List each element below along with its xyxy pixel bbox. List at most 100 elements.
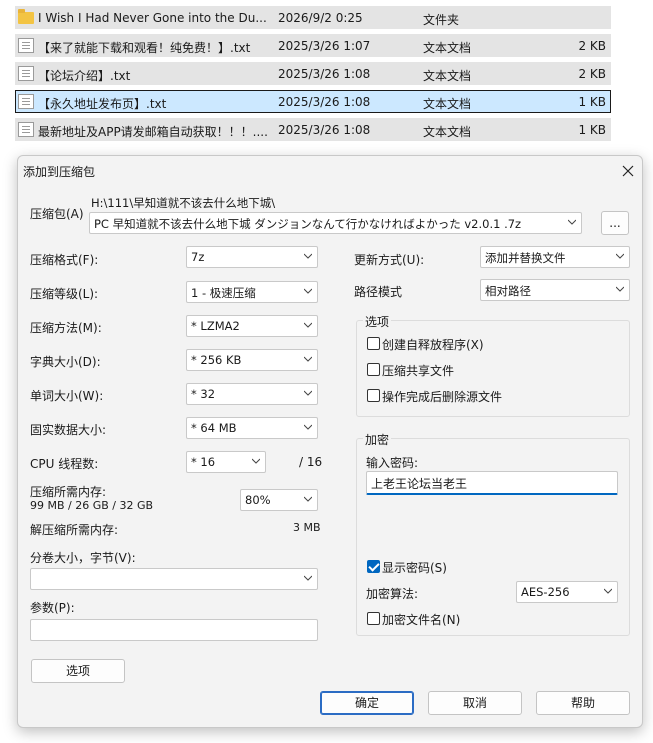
archive-name-combo[interactable]: PC 早知道就不该去什么地下城 ダンジョンなんて行かなければよかった v2.0.… — [89, 212, 582, 234]
help-button[interactable]: 帮助 — [536, 691, 630, 715]
enc-method-select[interactable]: AES-256 — [516, 581, 618, 603]
update-value: 添加并替换文件 — [485, 251, 566, 265]
chevron-down-icon — [304, 322, 312, 328]
file-size: 1 KB — [578, 123, 606, 137]
password-label: 输入密码: — [366, 456, 419, 470]
text-file-icon — [18, 38, 34, 53]
cpu-select[interactable]: * 16 — [186, 451, 266, 473]
level-select[interactable]: 1 - 极速压缩 — [186, 281, 318, 303]
cpu-label: CPU 线程数: — [30, 457, 99, 471]
file-type: 文本文档 — [423, 41, 472, 55]
show-password-label: 显示密码(S) — [382, 561, 447, 575]
pathmode-value: 相对路径 — [485, 284, 531, 298]
file-row[interactable]: I Wish I Had Never Gone into the Du... 2… — [15, 6, 611, 29]
mem-label: 压缩所需内存: — [30, 485, 107, 499]
text-file-icon — [18, 66, 34, 81]
params-label: 参数(P): — [30, 601, 75, 615]
file-date: 2025/3/26 1:08 — [278, 95, 371, 109]
chevron-down-icon — [616, 286, 624, 292]
pathmode-select[interactable]: 相对路径 — [480, 279, 630, 301]
close-icon[interactable] — [619, 162, 637, 180]
chevron-down-icon — [304, 424, 312, 430]
file-type: 文本文档 — [423, 97, 472, 111]
archive-path: H:\111\早知道就不该去什么地下城\ — [91, 196, 276, 210]
decomp-mem-label: 解压缩所需内存: — [30, 523, 119, 537]
text-file-icon — [18, 122, 34, 137]
level-value: 1 - 极速压缩 — [191, 286, 256, 300]
solid-select[interactable]: * 64 MB — [186, 417, 318, 439]
solid-value: * 64 MB — [191, 421, 237, 435]
chevron-down-icon — [304, 288, 312, 294]
file-date: 2026/9/2 0:25 — [278, 11, 363, 25]
method-select[interactable]: * LZMA2 — [186, 315, 318, 337]
method-label: 压缩方法(M): — [30, 321, 102, 335]
dict-label: 字典大小(D): — [30, 355, 101, 369]
file-date: 2025/3/26 1:08 — [278, 67, 371, 81]
folder-icon — [18, 9, 34, 24]
archive-name-value: PC 早知道就不该去什么地下城 ダンジョンなんて行かなければよかった v2.0.… — [94, 217, 522, 231]
level-label: 压缩等级(L): — [30, 287, 99, 301]
file-row[interactable]: 【来了就能下载和观看！纯免费！】.txt 2025/3/26 1:07 文本文档… — [15, 34, 611, 57]
split-select[interactable] — [30, 568, 318, 590]
encrypt-group-title: 加密 — [363, 431, 392, 448]
file-size: 2 KB — [578, 67, 606, 81]
solid-label: 固实数据大小: — [30, 423, 107, 437]
format-label: 压缩格式(F): — [30, 253, 99, 267]
file-size: 2 KB — [578, 39, 606, 53]
file-name: I Wish I Had Never Gone into the Du... — [38, 11, 267, 25]
text-file-icon — [18, 94, 34, 109]
enc-method-value: AES-256 — [521, 585, 570, 599]
file-name: 【永久地址发布页】.txt — [38, 97, 167, 111]
params-input[interactable] — [30, 619, 318, 641]
dict-select[interactable]: * 256 KB — [186, 349, 318, 371]
shared-label: 压缩共享文件 — [382, 364, 455, 378]
shared-checkbox[interactable] — [367, 363, 380, 376]
chevron-down-icon — [604, 588, 612, 594]
file-name: 【来了就能下载和观看！纯免费！】.txt — [38, 41, 251, 55]
mem-percent-value: 80% — [245, 493, 271, 507]
show-password-checkbox[interactable] — [367, 560, 380, 573]
sfx-checkbox[interactable] — [367, 337, 380, 350]
add-to-archive-dialog: 添加到压缩包 压缩包(A) H:\111\早知道就不该去什么地下城\ PC 早知… — [17, 155, 643, 728]
chevron-down-icon — [304, 356, 312, 362]
chevron-down-icon — [304, 253, 312, 259]
cancel-button[interactable]: 取消 — [428, 691, 522, 715]
file-size: 1 KB — [578, 95, 606, 109]
format-select[interactable]: 7z — [186, 246, 318, 268]
decomp-mem-value: 3 MB — [293, 521, 321, 534]
password-input[interactable]: 上老王论坛当老王 — [366, 471, 618, 495]
chevron-down-icon — [304, 496, 312, 502]
file-name: 最新地址及APP请发邮箱自动获取！！！.... — [38, 125, 268, 139]
ok-button[interactable]: 确定 — [320, 691, 414, 715]
encrypt-names-checkbox[interactable] — [367, 612, 380, 625]
delete-label: 操作完成后删除源文件 — [382, 390, 503, 404]
update-select[interactable]: 添加并替换文件 — [480, 246, 630, 268]
file-type: 文本文档 — [423, 69, 472, 83]
chevron-down-icon — [304, 390, 312, 396]
archive-label: 压缩包(A) — [30, 207, 84, 221]
file-row-selected[interactable]: 【永久地址发布页】.txt 2025/3/26 1:08 文本文档 1 KB — [15, 90, 611, 113]
sfx-label: 创建自释放程序(X) — [382, 338, 484, 352]
file-type: 文件夹 — [423, 13, 460, 27]
delete-checkbox[interactable] — [367, 389, 380, 402]
file-type: 文本文档 — [423, 125, 472, 139]
file-row[interactable]: 最新地址及APP请发邮箱自动获取！！！.... 2025/3/26 1:08 文… — [15, 118, 611, 141]
pathmode-label: 路径模式 — [354, 285, 403, 299]
chevron-down-icon — [304, 575, 312, 581]
options-group-title: 选项 — [363, 313, 392, 330]
method-value: * LZMA2 — [191, 319, 240, 333]
cpu-value: * 16 — [191, 455, 216, 469]
file-date: 2025/3/26 1:07 — [278, 39, 371, 53]
word-select[interactable]: * 32 — [186, 383, 318, 405]
word-label: 单词大小(W): — [30, 389, 104, 403]
chevron-down-icon — [568, 219, 576, 225]
options-button[interactable]: 选项 — [31, 659, 125, 683]
word-value: * 32 — [191, 387, 216, 401]
cpu-total: / 16 — [299, 455, 323, 469]
mem-percent-select[interactable]: 80% — [240, 489, 318, 511]
mem-detail: 99 MB / 26 GB / 32 GB — [30, 499, 154, 512]
format-value: 7z — [191, 250, 205, 264]
browse-button[interactable]: ... — [601, 211, 629, 235]
file-row[interactable]: 【论坛介绍】.txt 2025/3/26 1:08 文本文档 2 KB — [15, 62, 611, 85]
dict-value: * 256 KB — [191, 353, 242, 367]
